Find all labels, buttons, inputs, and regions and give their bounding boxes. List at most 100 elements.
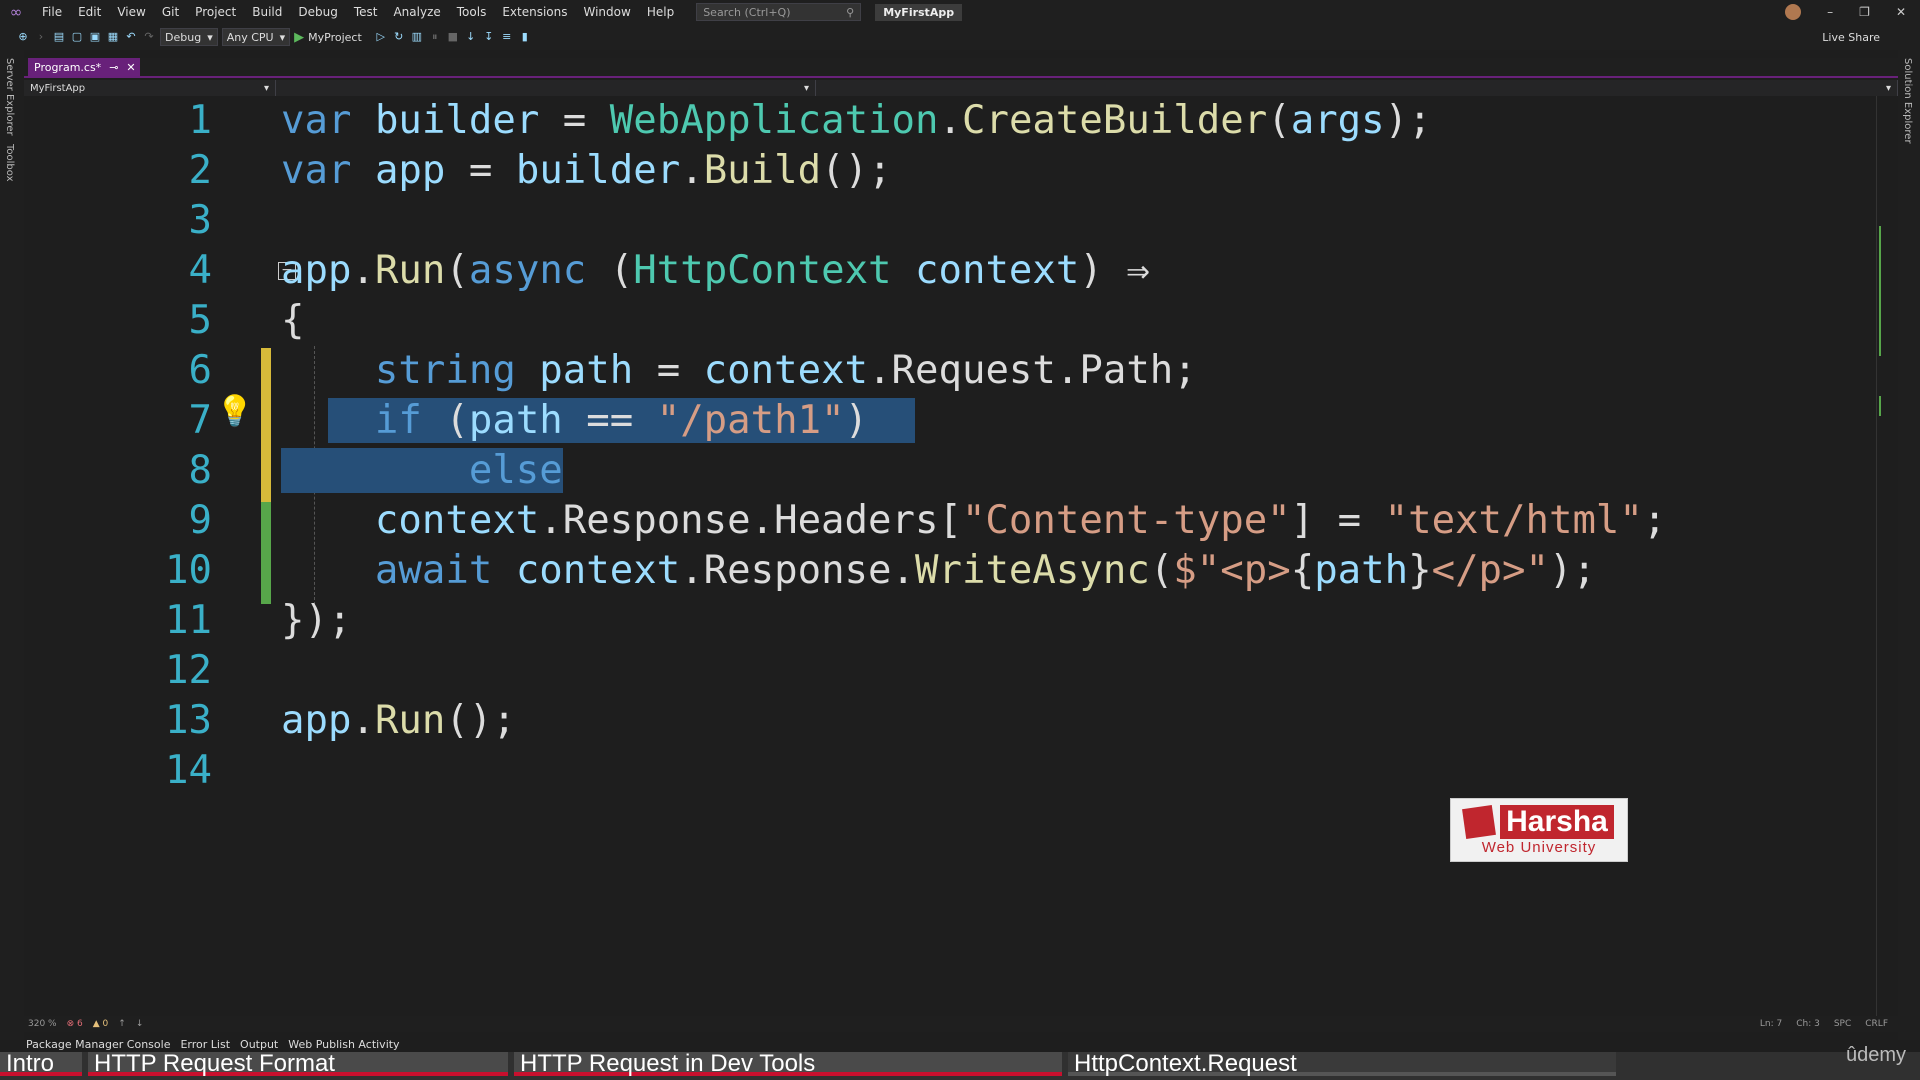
solution-explorer-tab[interactable]: Solution Explorer <box>1902 58 1913 144</box>
menu-extensions[interactable]: Extensions <box>494 5 575 19</box>
forward-icon[interactable]: › <box>34 30 48 44</box>
code-line-2: 2 var app = builder.Build(); <box>24 146 1874 196</box>
undo-icon[interactable]: ↶ <box>124 30 138 44</box>
maximize-icon[interactable]: ❐ <box>1859 5 1870 19</box>
menu-view[interactable]: View <box>109 5 153 19</box>
start-without-debugging-icon[interactable]: ▷ <box>374 30 388 44</box>
bookmark-icon[interactable]: ▮ <box>518 30 532 44</box>
pause-icon[interactable]: ⏸ <box>428 30 442 44</box>
code-text: await context.Response.WriteAsync($"<p>{… <box>374 548 1596 593</box>
chevron-down-icon: ▾ <box>279 30 286 44</box>
error-count[interactable]: ⊗ 6 <box>67 1019 83 1029</box>
open-icon[interactable]: ▢ <box>70 30 84 44</box>
chapter-intro[interactable]: Intro <box>0 1052 82 1076</box>
column-indicator: Ch: 3 <box>1796 1019 1820 1029</box>
code-text: { <box>281 298 305 343</box>
type-dropdown[interactable]: ▾ <box>276 80 816 96</box>
code-text: var app = builder.Build(); <box>281 148 892 193</box>
menu-bar: ∞ File Edit View Git Project Build Debug… <box>0 0 1920 24</box>
member-dropdown[interactable]: ▾ <box>816 80 1898 96</box>
whitespace-indicator[interactable]: SPC <box>1834 1019 1851 1029</box>
menu-file[interactable]: File <box>34 5 70 19</box>
menu-tools[interactable]: Tools <box>449 5 495 19</box>
tab-package-manager-console[interactable]: Package Manager Console <box>26 1038 170 1051</box>
save-icon[interactable]: ▣ <box>88 30 102 44</box>
toolbox-tab[interactable]: Toolbox <box>4 144 15 182</box>
live-share-button[interactable]: Live Share <box>1822 31 1920 44</box>
menu-help[interactable]: Help <box>639 5 682 19</box>
vertical-scrollbar[interactable] <box>1876 96 1888 1016</box>
search-placeholder: Search (Ctrl+Q) <box>703 5 791 19</box>
standard-toolbar: ⊕ › ▤ ▢ ▣ ▦ ↶ ↷ Debug ▾ Any CPU ▾ ▶ MyProj… <box>0 24 1920 50</box>
close-icon[interactable]: ✕ <box>1896 5 1906 19</box>
menu-debug[interactable]: Debug <box>290 5 345 19</box>
close-tab-icon[interactable]: ✕ <box>126 61 135 74</box>
menu-window[interactable]: Window <box>576 5 639 19</box>
refresh-icon[interactable]: ↻ <box>392 30 406 44</box>
save-all-icon[interactable]: ▦ <box>106 30 120 44</box>
down-arrow-icon[interactable]: ↓ <box>136 1019 144 1029</box>
code-line-7: 7 if (path == "/path1") <box>24 396 1874 446</box>
code-text: string path = context.Request.Path; <box>374 348 1197 393</box>
menu-project[interactable]: Project <box>187 5 244 19</box>
comment-icon[interactable]: ≡ <box>500 30 514 44</box>
chapter-http-request-format[interactable]: HTTP Request Format <box>88 1052 508 1076</box>
minimize-icon[interactable]: – <box>1827 5 1833 19</box>
server-explorer-tab[interactable]: Server Explorer <box>4 58 15 136</box>
editor-status-row: 320 % ⊗ 6 ▲ 0 ↑ ↓ Ln: 7 Ch: 3 SPC CRLF <box>24 1016 1898 1032</box>
chapter-httpcontext-request[interactable]: HttpContext.Request <box>1068 1052 1616 1076</box>
browser-link-icon[interactable]: ▥ <box>410 30 424 44</box>
line-number: 13 <box>165 698 212 743</box>
configuration-select[interactable]: Debug ▾ <box>160 28 218 46</box>
line-number: 11 <box>165 598 212 643</box>
zoom-level[interactable]: 320 % <box>28 1019 57 1029</box>
code-editor[interactable]: − 💡 1 var builder = WebApplication.Create… <box>24 96 1874 1016</box>
harsha-watermark: Harsha Web University <box>1450 798 1628 862</box>
project-dropdown[interactable]: MyFirstApp ▾ <box>24 80 276 96</box>
menu-git[interactable]: Git <box>154 5 187 19</box>
up-arrow-icon[interactable]: ↑ <box>118 1019 126 1029</box>
menu-edit[interactable]: Edit <box>70 5 109 19</box>
tab-label: Program.cs* <box>34 60 102 74</box>
menu-test[interactable]: Test <box>346 5 386 19</box>
video-chapter-bar: Intro HTTP Request Format HTTP Request i… <box>0 1052 1920 1080</box>
menu-analyze[interactable]: Analyze <box>385 5 448 19</box>
pin-icon[interactable]: ⊸ <box>109 61 118 74</box>
line-number: 3 <box>188 198 212 243</box>
back-icon[interactable]: ⊕ <box>16 30 30 44</box>
menu-build[interactable]: Build <box>244 5 290 19</box>
code-line-8: 8 else <box>24 446 1874 496</box>
startup-project-label[interactable]: MyProject <box>308 31 362 44</box>
tab-error-list[interactable]: Error List <box>180 1038 230 1051</box>
line-ending-indicator[interactable]: CRLF <box>1865 1019 1888 1029</box>
chapter-http-request-dev-tools[interactable]: HTTP Request in Dev Tools <box>514 1052 1062 1076</box>
new-item-icon[interactable]: ▤ <box>52 30 66 44</box>
chevron-down-icon: ▾ <box>1885 82 1891 94</box>
tab-output[interactable]: Output <box>240 1038 278 1051</box>
search-icon: ⚲ <box>846 5 855 19</box>
account-avatar[interactable] <box>1785 4 1802 20</box>
search-input[interactable]: Search (Ctrl+Q) ⚲ <box>696 3 862 21</box>
udemy-logo: ûdemy <box>1845 1044 1906 1066</box>
redo-icon[interactable]: ↷ <box>142 30 156 44</box>
tab-web-publish-activity[interactable]: Web Publish Activity <box>288 1038 399 1051</box>
platform-select[interactable]: Any CPU ▾ <box>221 28 291 46</box>
warning-count[interactable]: ▲ 0 <box>93 1019 109 1029</box>
watermark-name: Harsha <box>1500 804 1614 839</box>
code-line-3: 3 <box>24 196 1874 246</box>
navigation-bar: MyFirstApp ▾ ▾ ▾ <box>24 80 1898 96</box>
document-tab-row: Program.cs* ⊸ ✕ <box>24 58 1898 78</box>
step-into-icon[interactable]: ↧ <box>482 30 496 44</box>
warning-count-value: 0 <box>102 1019 109 1029</box>
step-over-icon[interactable]: ↓ <box>464 30 478 44</box>
stop-icon[interactable]: ■ <box>446 30 460 44</box>
code-line-5: 5{ <box>24 296 1874 346</box>
scroll-change-marker <box>1879 396 1881 416</box>
code-text: app.Run(); <box>281 698 516 743</box>
chevron-down-icon: ▾ <box>207 30 213 44</box>
code-line-14: 14 <box>24 746 1874 796</box>
tab-program-cs[interactable]: Program.cs* ⊸ ✕ <box>28 58 140 76</box>
start-debugging-icon[interactable]: ▶ <box>294 30 304 45</box>
code-text: var builder = WebApplication.CreateBuild… <box>281 98 1432 143</box>
line-number: 10 <box>165 548 212 593</box>
